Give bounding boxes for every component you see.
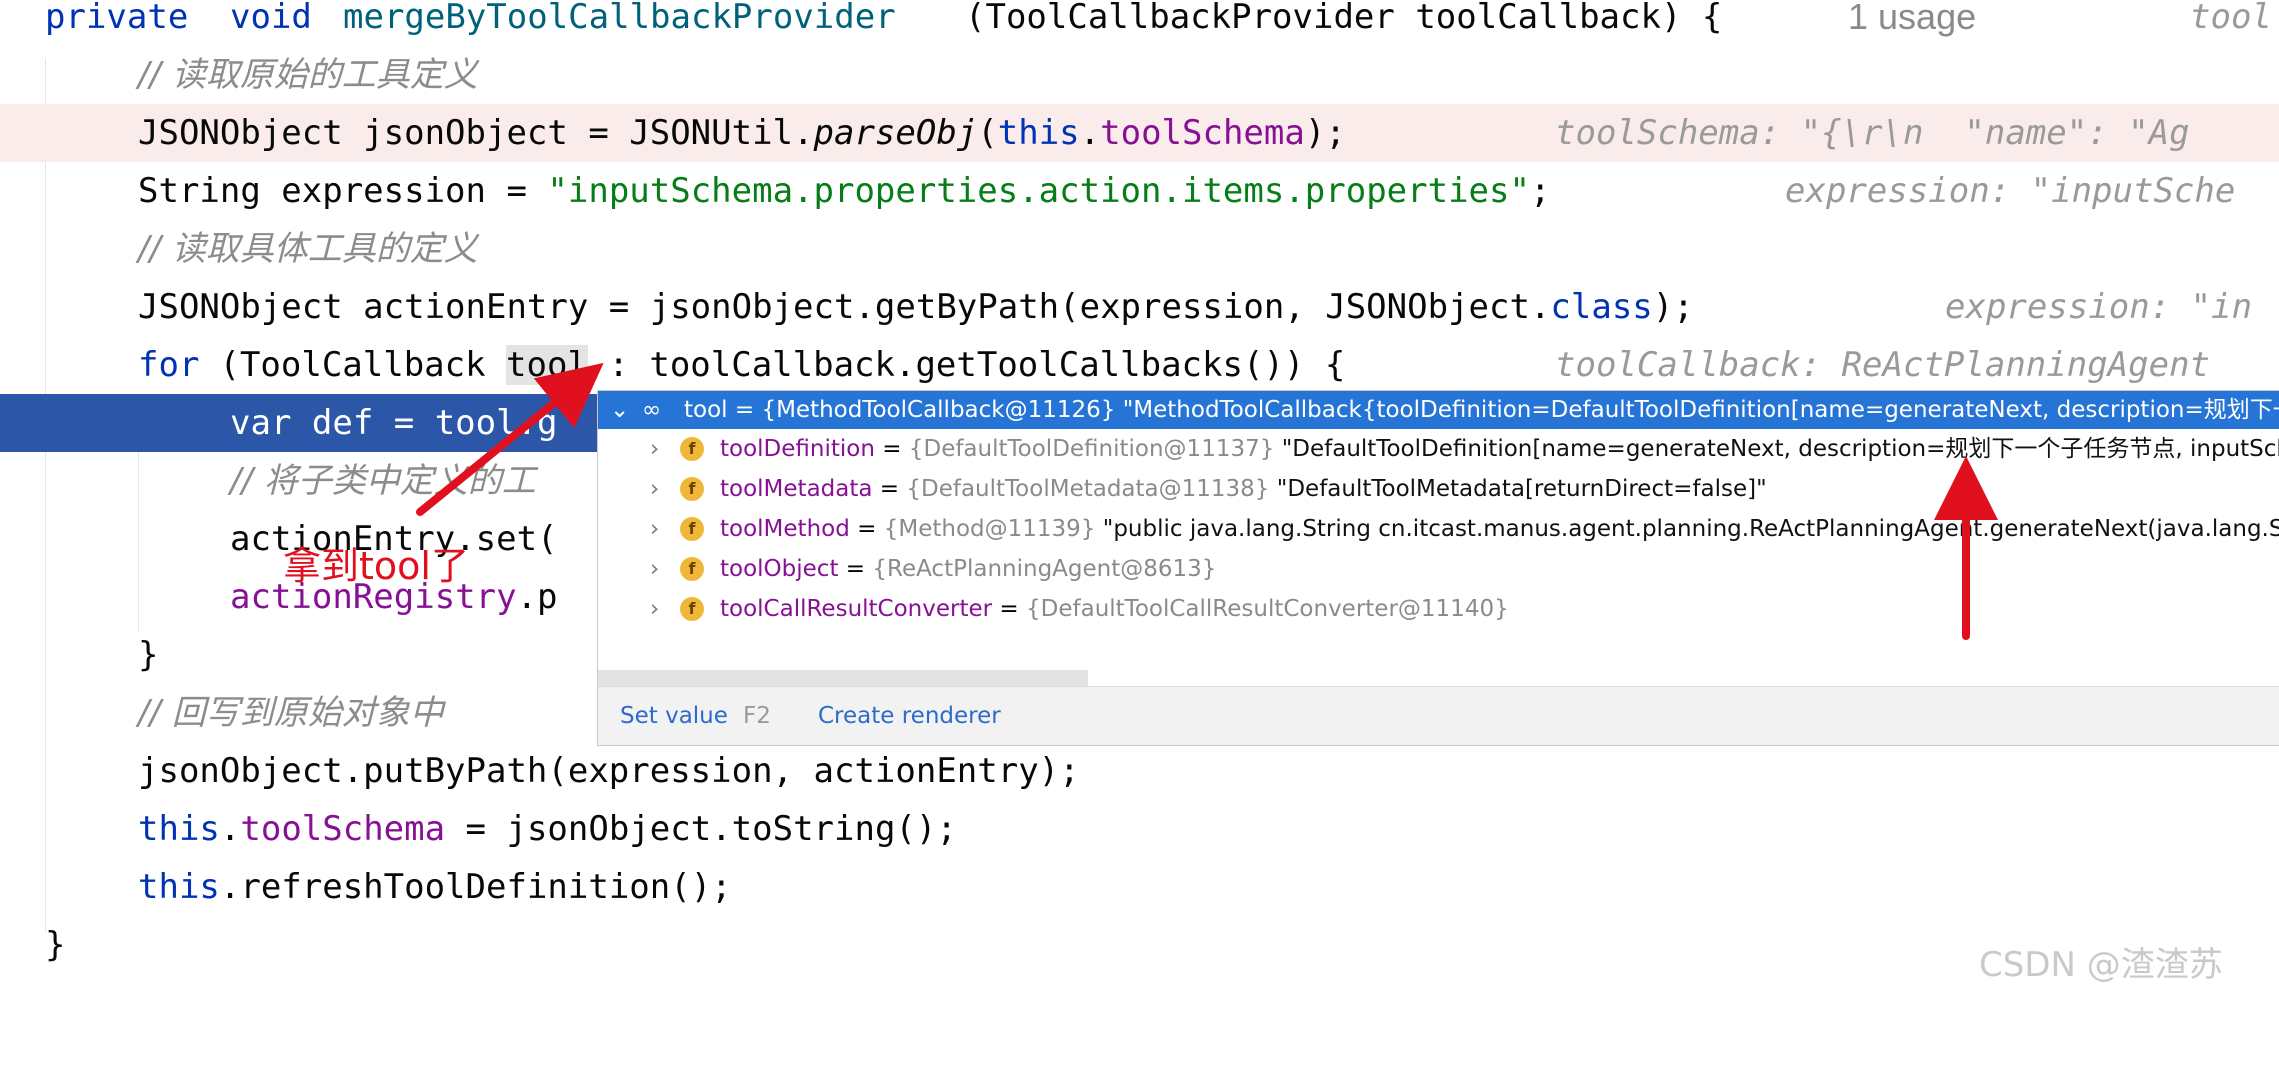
annotation-arrows bbox=[416, 362, 1998, 640]
watermark: CSDN @渣渣苏 bbox=[1979, 945, 2223, 985]
annotation-label: 拿到tool了 bbox=[283, 544, 469, 588]
red-arrow-to-tool bbox=[416, 362, 604, 516]
